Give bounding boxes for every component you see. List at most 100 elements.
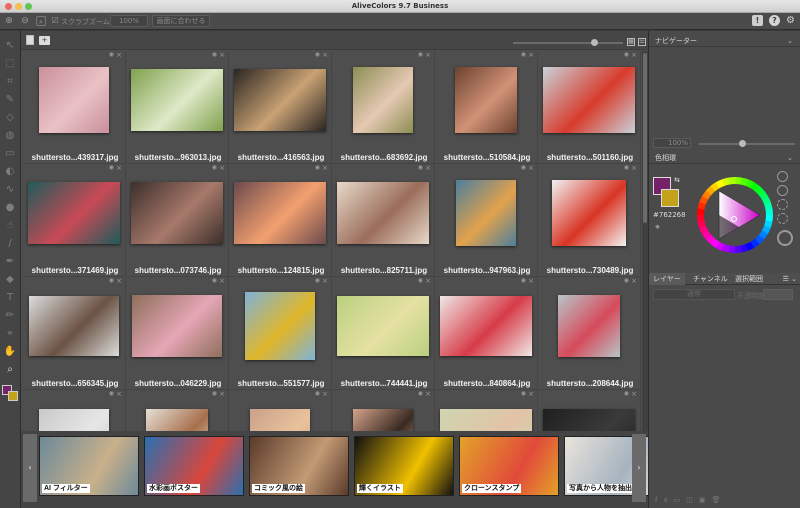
remove-icon[interactable]: ×: [425, 164, 431, 172]
feature-card[interactable]: 輝くイラスト: [354, 436, 454, 496]
hand-tool-icon[interactable]: ✋: [3, 345, 17, 359]
zoom-window-button[interactable]: [25, 3, 32, 10]
thumbnail-size-handle[interactable]: [591, 39, 598, 46]
thumbnail-image[interactable]: [132, 295, 222, 357]
chevron-down-icon[interactable]: ⌄: [787, 36, 793, 47]
remove-icon[interactable]: ×: [528, 390, 534, 398]
brush-tool-icon[interactable]: ✎: [3, 93, 17, 107]
color-mode-icon[interactable]: [777, 199, 788, 210]
tab-layers[interactable]: レイヤー: [649, 273, 685, 285]
thumbnail-cell[interactable]: ◉ × shuttersto...046229.jpg: [127, 277, 229, 390]
preview-icon[interactable]: ◉: [418, 277, 423, 284]
list-view-icon[interactable]: ☰: [638, 38, 646, 46]
preview-icon[interactable]: ◉: [624, 390, 629, 397]
thumbnail-cell[interactable]: ◉ × shuttersto...744441.jpg: [333, 277, 435, 390]
thumbnail-cell[interactable]: ◉ × shuttersto...825711.jpg: [333, 164, 435, 277]
thumbnail-cell[interactable]: ◉ × shuttersto...656345.jpg: [24, 277, 126, 390]
eyedropper-tool-icon[interactable]: ⌖: [3, 327, 17, 341]
tab-selections[interactable]: 選択範囲: [731, 273, 767, 285]
remove-icon[interactable]: ×: [631, 164, 637, 172]
color-wheel-panel-header[interactable]: 色相環 ⌄: [649, 153, 800, 164]
thumbnail-image[interactable]: [337, 296, 429, 356]
carousel-next-button[interactable]: ›: [632, 434, 646, 502]
remove-icon[interactable]: ×: [219, 277, 225, 285]
new-layer-icon[interactable]: ▣: [699, 496, 712, 504]
thumbnail-cell[interactable]: ◉ × shuttersto...730489.jpg: [539, 164, 641, 277]
opacity-field[interactable]: [763, 289, 793, 300]
remove-icon[interactable]: ×: [219, 51, 225, 59]
notification-icon[interactable]: !: [752, 15, 763, 26]
thumbnail-image[interactable]: [440, 296, 532, 356]
preview-icon[interactable]: ◉: [418, 164, 423, 171]
zoom-out-icon[interactable]: ⊖: [20, 16, 30, 26]
remove-icon[interactable]: ×: [219, 390, 225, 398]
thumbnail-image[interactable]: [353, 67, 413, 133]
thumbnail-cell[interactable]: ◉ × shuttersto...840864.jpg: [436, 277, 538, 390]
preview-icon[interactable]: ◉: [109, 164, 114, 171]
preview-icon[interactable]: ◉: [418, 51, 423, 58]
settings-gear-icon[interactable]: ⚙: [785, 15, 796, 26]
carousel-prev-button[interactable]: ‹: [23, 434, 37, 502]
preview-icon[interactable]: ◉: [624, 164, 629, 171]
preview-icon[interactable]: ◉: [521, 390, 526, 397]
shape-tool-icon[interactable]: ◆: [3, 273, 17, 287]
thumbnail-cell[interactable]: ◉ × shuttersto...439317.jpg: [24, 51, 126, 164]
crop-tool-icon[interactable]: ⌗: [3, 75, 17, 89]
feature-card[interactable]: コミック風の絵: [249, 436, 349, 496]
chevron-down-icon[interactable]: ⌄: [787, 153, 793, 164]
trash-icon[interactable]: 🗑: [711, 496, 726, 504]
thumbnail-image[interactable]: [131, 69, 223, 131]
preview-icon[interactable]: ◉: [315, 277, 320, 284]
fit-screen-button[interactable]: 画面に合わせる: [152, 15, 210, 27]
remove-icon[interactable]: ×: [528, 51, 534, 59]
move-tool-icon[interactable]: ↖: [3, 39, 17, 53]
hue-wheel[interactable]: [694, 174, 776, 256]
remove-icon[interactable]: ×: [322, 51, 328, 59]
remove-icon[interactable]: ×: [322, 390, 328, 398]
preview-icon[interactable]: ◉: [109, 390, 114, 397]
eyedropper-icon[interactable]: ⌖: [655, 223, 660, 233]
mask-icon[interactable]: ◫: [686, 496, 699, 504]
thumbnail-image[interactable]: [245, 292, 315, 360]
remove-icon[interactable]: ×: [528, 164, 534, 172]
smudge-tool-icon[interactable]: ☝: [3, 219, 17, 233]
open-folder-icon[interactable]: +: [39, 36, 50, 45]
thumbnail-cell[interactable]: ◉ × shuttersto...416563.jpg: [230, 51, 332, 164]
thumbnail-image[interactable]: [234, 69, 326, 131]
feature-card[interactable]: AI フィルター: [39, 436, 139, 496]
remove-icon[interactable]: ×: [631, 51, 637, 59]
navigator-zoom-slider[interactable]: [699, 140, 795, 147]
remove-icon[interactable]: ×: [219, 164, 225, 172]
preview-icon[interactable]: ◉: [109, 51, 114, 58]
remove-icon[interactable]: ×: [528, 277, 534, 285]
thumbnail-image[interactable]: [234, 182, 326, 244]
remove-icon[interactable]: ×: [425, 277, 431, 285]
preview-icon[interactable]: ◉: [212, 390, 217, 397]
pen-tool-icon[interactable]: ✒: [3, 255, 17, 269]
thumbnail-image[interactable]: [39, 67, 109, 133]
preview-icon[interactable]: ◉: [212, 164, 217, 171]
remove-icon[interactable]: ×: [322, 164, 328, 172]
thumbnail-cell[interactable]: ◉ × shuttersto...510584.jpg: [436, 51, 538, 164]
preview-icon[interactable]: ◉: [315, 51, 320, 58]
background-color-swatch[interactable]: [8, 391, 18, 401]
remove-icon[interactable]: ×: [631, 390, 637, 398]
hex-value[interactable]: #762268: [653, 211, 686, 219]
feature-card[interactable]: 水彩画ポスター: [144, 436, 244, 496]
thumbnail-image[interactable]: [337, 182, 429, 244]
thumbnail-cell[interactable]: ◉ × shuttersto...073746.jpg: [127, 164, 229, 277]
preview-icon[interactable]: ◉: [315, 164, 320, 171]
close-window-button[interactable]: [5, 3, 12, 10]
preview-icon[interactable]: ◉: [624, 51, 629, 58]
remove-icon[interactable]: ×: [116, 390, 122, 398]
preview-icon[interactable]: ◉: [418, 390, 423, 397]
line-tool-icon[interactable]: /: [3, 237, 17, 251]
feature-card[interactable]: クローンスタンプ: [459, 436, 559, 496]
remove-icon[interactable]: ×: [116, 51, 122, 59]
thumbnail-image[interactable]: [131, 182, 223, 244]
preview-icon[interactable]: ◉: [521, 277, 526, 284]
navigator-zoom-field[interactable]: 100%: [653, 138, 691, 148]
zoom-in-icon[interactable]: ⊕: [4, 16, 14, 26]
layer-effects-icon[interactable]: fx: [655, 496, 674, 504]
preview-icon[interactable]: ◉: [624, 277, 629, 284]
